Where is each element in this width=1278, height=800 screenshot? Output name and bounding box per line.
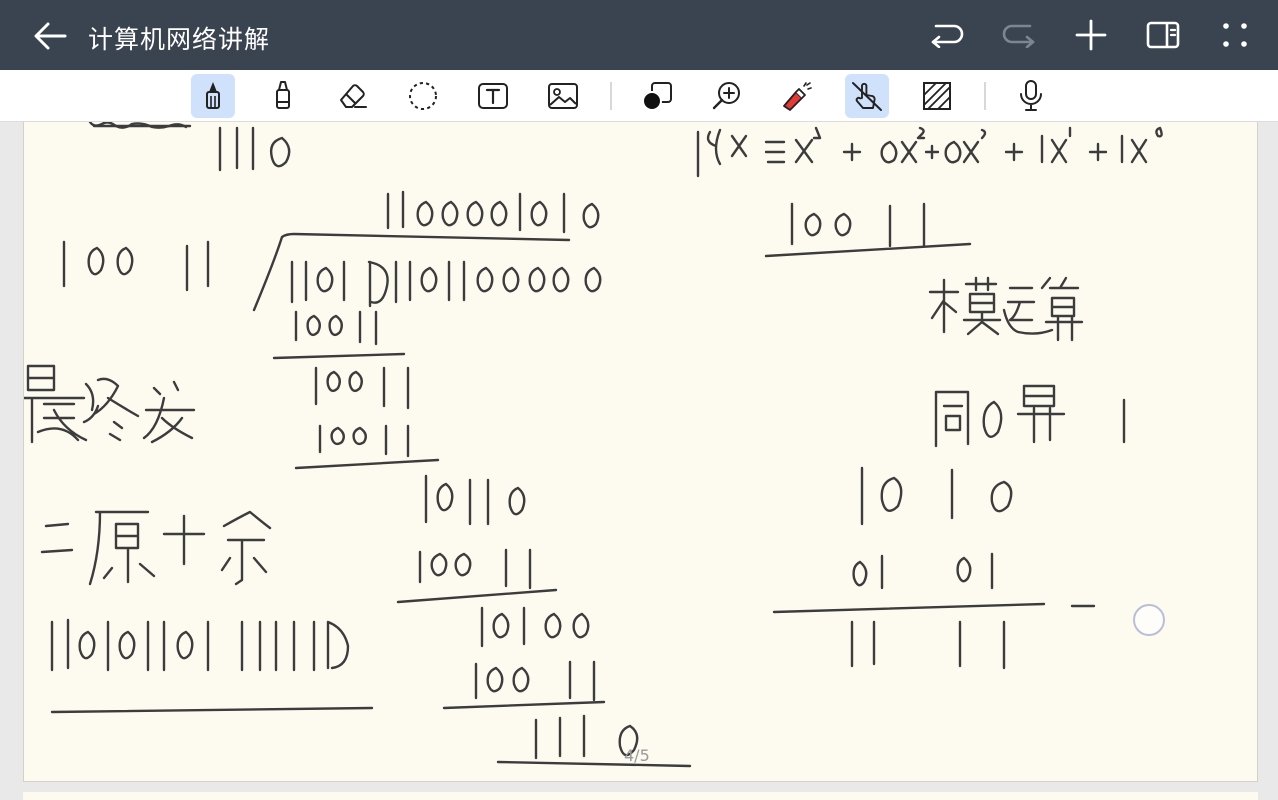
color-picker[interactable]: [635, 74, 679, 118]
more-button[interactable]: [1214, 14, 1256, 56]
document-title: 计算机网络讲解: [88, 25, 271, 54]
eraser-tool[interactable]: [331, 74, 375, 118]
handwriting-strokes: [24, 122, 1163, 768]
undo-icon: [931, 24, 964, 48]
drawing-toolbar: [0, 70, 1278, 122]
zoom-in-icon: [712, 82, 740, 110]
hand-write-icon: [852, 82, 882, 111]
add-page-button[interactable]: [1070, 14, 1112, 56]
toolbar-divider: [610, 82, 612, 110]
pen-cursor: [1133, 604, 1165, 636]
lasso-tool[interactable]: [401, 74, 445, 118]
image-tool[interactable]: [541, 74, 585, 118]
undo-button[interactable]: [926, 14, 968, 56]
text-tool[interactable]: [471, 74, 515, 118]
lasso-icon: [409, 82, 437, 110]
background-tool[interactable]: [915, 74, 959, 118]
image-icon: [548, 83, 578, 109]
pen-icon: [206, 82, 220, 109]
back-button[interactable]: [30, 17, 70, 55]
highlighter-tool[interactable]: [261, 74, 305, 118]
page-indicator: 4/5: [624, 746, 650, 765]
color-swatch-icon: [642, 82, 672, 111]
redo-icon: [1002, 24, 1035, 48]
zoom-tool[interactable]: [705, 74, 749, 118]
pen-tool[interactable]: [191, 74, 235, 118]
highlighter-icon: [276, 81, 290, 109]
back-arrow-icon: [34, 22, 67, 50]
laser-pointer-tool[interactable]: [775, 74, 819, 118]
note-page-canvas[interactable]: 4/5: [23, 122, 1258, 782]
microphone-icon: [1020, 80, 1042, 111]
plus-icon: [1075, 19, 1107, 51]
hatch-background-icon: [923, 82, 951, 110]
text-box-icon: [478, 83, 508, 109]
title-bar: 计算机网络讲解: [0, 0, 1278, 70]
eraser-icon: [340, 84, 367, 108]
toolbar-divider: [984, 82, 986, 110]
sidebar-toggle-button[interactable]: [1142, 14, 1184, 56]
panel-icon: [1146, 21, 1180, 49]
voice-tool[interactable]: [1009, 74, 1053, 118]
laser-pointer-icon: [783, 82, 812, 111]
touch-write-tool[interactable]: [845, 74, 889, 118]
next-page-edge[interactable]: [23, 792, 1258, 800]
more-dots-icon: [1223, 23, 1247, 47]
redo-button[interactable]: [998, 14, 1040, 56]
